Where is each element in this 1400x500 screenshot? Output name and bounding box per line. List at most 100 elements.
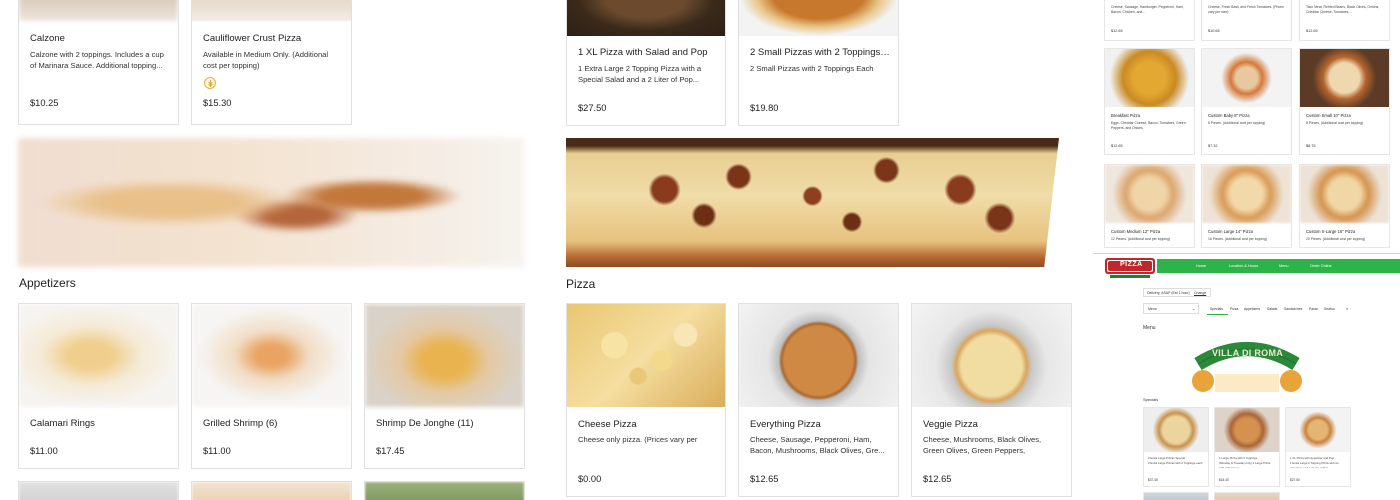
mini-menu-item-custom-baby-pizza[interactable]: Custom Baby 8" Pizza 6 Pieces. (Addition… [1201, 48, 1292, 155]
mini-menu-item-custom-large-pizza[interactable]: Custom Large 14" Pizza 16 Pieces. (Addit… [1201, 164, 1292, 248]
everything-pizza-image [739, 304, 898, 407]
item-name: Everything Pizza [750, 419, 821, 430]
item-name: Custom X-Large 16" Pizza [1306, 229, 1356, 234]
item-name: Calzone [30, 33, 65, 44]
item-price: $15.40 [1219, 478, 1229, 482]
item-name: Cheese Pizza [578, 419, 637, 430]
item-image [19, 482, 178, 500]
item-name: Cauliflower Crust Pizza [203, 33, 302, 44]
menu-item-calamari-rings[interactable]: Calamari Rings $11.00 [18, 303, 179, 469]
item-description: Eggs, Cheddar Cheese, Bacon, Tomatoes, G… [1111, 121, 1186, 130]
menu-item-cheese-pizza[interactable]: Cheese Pizza Cheese only pizza. (Prices … [566, 303, 726, 497]
item-image [1215, 493, 1279, 500]
mini-delivery-box [1143, 288, 1211, 297]
item-description: 2 Small Pizzas with 2 Toppings Each [750, 64, 874, 73]
item-price: $12.65 [1111, 144, 1123, 148]
item-image [1105, 165, 1194, 223]
item-description: Available in Medium Only. (Additional co… [203, 50, 329, 70]
item-name: 1 XL Pizza with Salad and Pop [578, 47, 708, 58]
mini-special-large[interactable]: 1 Large Pizza with 2 Toppings (Monday & … [1214, 407, 1280, 487]
mini-menu-select[interactable]: Menu ⌄ [1143, 303, 1199, 314]
item-name: Grilled Shrimp (6) [203, 418, 278, 429]
item-description: 2 Extra Large Pizzas Special 2 Extra Lar… [1148, 456, 1203, 465]
item-name: Calamari Rings [30, 418, 95, 429]
item-price: $12.65 [1111, 29, 1123, 33]
item-description: Cheese, Mushrooms, Black Olives, Green O… [923, 435, 1042, 455]
mini-tab-specials[interactable]: Specials [1210, 307, 1223, 311]
item-price: $27.50 [578, 103, 607, 113]
mini-specials-title: Specials [1143, 397, 1159, 402]
item-description: Cheese, Sausage, Hamburger, Pepperoni, H… [1111, 5, 1184, 14]
logo-text: PIZZA [1120, 261, 1143, 268]
menu-item-two-small-pizzas[interactable]: 2 Small Pizzas with 2 Toppings E... 2 Sm… [738, 0, 899, 126]
item-name: Custom Baby 8" Pizza [1208, 113, 1250, 118]
villa-di-roma-logo: VILLA DI ROMA [1188, 336, 1306, 394]
menu-item-grilled-shrimp[interactable]: Grilled Shrimp (6) $11.00 [191, 303, 352, 469]
item-price: $10.65 [1208, 29, 1220, 33]
mini-menu-item[interactable]: Cheese, Sausage, Hamburger, Pepperoni, H… [1104, 0, 1195, 41]
gluten-free-icon [204, 77, 216, 89]
mini-menu-item-custom-medium-pizza[interactable]: Custom Medium 12" Pizza 12 Pieces. (Addi… [1104, 164, 1195, 248]
mini-menu-item-partial[interactable] [1143, 492, 1209, 500]
mini-menu-item-custom-small-pizza[interactable]: Custom Small 10" Pizza 8 Pieces. (Additi… [1299, 48, 1390, 155]
mini-menu-item[interactable]: Taco Meat, Refried Beans, Black Olives, … [1299, 0, 1390, 41]
menu-item-partial[interactable] [191, 481, 352, 500]
calzone-image [19, 0, 178, 21]
menu-item-partial[interactable] [18, 481, 179, 500]
item-price: $15.30 [203, 98, 232, 108]
mini-menu-item[interactable]: Cheese, Fresh Basil, and Fresh Tomatoes.… [1201, 0, 1292, 41]
cheese-pizza-image [567, 304, 725, 407]
two-small-pizzas-image [739, 0, 898, 36]
mini-nav-menu[interactable]: Menu [1279, 264, 1289, 268]
veggie-pizza-image [912, 304, 1071, 407]
item-description: 6 Pieces. (Additional cost per topping) [1208, 121, 1266, 125]
grilled-shrimp-image [192, 304, 351, 407]
item-description: 12 Pieces. (Additional cost per topping) [1111, 237, 1170, 241]
item-description: 20 Pieces. (Additional cost per topping) [1306, 237, 1365, 241]
item-price: $12.65 [1306, 29, 1318, 33]
item-image [192, 482, 351, 500]
mini-tab-appetizers[interactable]: Appetizers [1244, 307, 1260, 311]
item-price: $12.65 [923, 474, 952, 484]
item-image [1105, 49, 1194, 107]
pizza-section-title: Pizza [566, 277, 596, 291]
menu-item-calzone[interactable]: Calzone Calzone with 2 toppings. Include… [18, 0, 179, 125]
item-price: $17.45 [376, 446, 405, 456]
item-image [1215, 408, 1279, 452]
menu-item-shrimp-de-jonghe[interactable]: Shrimp De Jonghe (11) $17.45 [364, 303, 525, 469]
mini-tab-seafood[interactable]: Seafoo [1324, 307, 1335, 311]
mini-nav-order[interactable]: Order Online [1310, 264, 1332, 268]
mini-menu-item-custom-xlarge-pizza[interactable]: Custom X-Large 16" Pizza 20 Pieces. (Add… [1299, 164, 1390, 248]
item-description: 1 Large Pizza with 2 Toppings (Monday & … [1219, 456, 1271, 468]
item-name: 2 Small Pizzas with 2 Toppings E... [750, 47, 890, 58]
mini-nav-location[interactable]: Location & Hours [1229, 264, 1258, 268]
item-price: $27.50 [1290, 478, 1300, 482]
menu-item-veggie-pizza[interactable]: Veggie Pizza Cheese, Mushrooms, Black Ol… [911, 303, 1072, 497]
mini-tab-pizza[interactable]: Pizza [1230, 307, 1238, 311]
mini-menu-item-breakfast-pizza[interactable]: Breakfast Pizza Eggs, Cheddar Cheese, Ba… [1104, 48, 1195, 155]
mini-tab-specials-underline [1207, 314, 1228, 315]
menu-item-partial[interactable] [364, 481, 525, 500]
pizza-banner-image [566, 138, 1059, 267]
mini-site-logo[interactable]: PIZZA [1104, 255, 1156, 281]
menu-item-everything-pizza[interactable]: Everything Pizza Cheese, Sausage, Pepper… [738, 303, 899, 497]
brand-text: VILLA DI ROMA [1212, 348, 1284, 358]
mini-tab-sandwiches[interactable]: Sandwiches [1284, 307, 1302, 311]
mini-nav-home[interactable]: Home [1196, 264, 1206, 268]
mini-menu-item-partial[interactable] [1214, 492, 1280, 500]
cauliflower-pizza-image [192, 0, 351, 21]
mini-tab-pasta[interactable]: Pasta [1309, 307, 1318, 311]
mini-search-icon[interactable]: ⌕ [1346, 306, 1348, 311]
item-image [1300, 165, 1389, 223]
mini-special-xl-appetizer[interactable]: 1 XL Pizza with Appetizer and Pop 1 Extr… [1285, 407, 1351, 487]
menu-item-xl-pizza-salad-pop[interactable]: 1 XL Pizza with Salad and Pop 1 Extra La… [566, 0, 726, 126]
menu-item-cauliflower-crust-pizza[interactable]: Cauliflower Crust Pizza Available in Med… [191, 0, 352, 125]
item-description: 1 Extra Large 2 Topping Pizza with a Spe… [578, 64, 702, 84]
item-name: Custom Medium 12" Pizza [1111, 229, 1161, 234]
item-name: Veggie Pizza [923, 419, 978, 430]
mini-special-2xl[interactable]: 2 Extra Large Pizzas Special 2 Extra Lar… [1143, 407, 1209, 487]
item-name: Breakfast Pizza [1111, 113, 1141, 118]
item-description: Cheese only pizza. (Prices vary per size… [578, 435, 698, 444]
chevron-down-icon: ⌄ [1192, 306, 1196, 311]
mini-tab-salads[interactable]: Salads [1267, 307, 1277, 311]
